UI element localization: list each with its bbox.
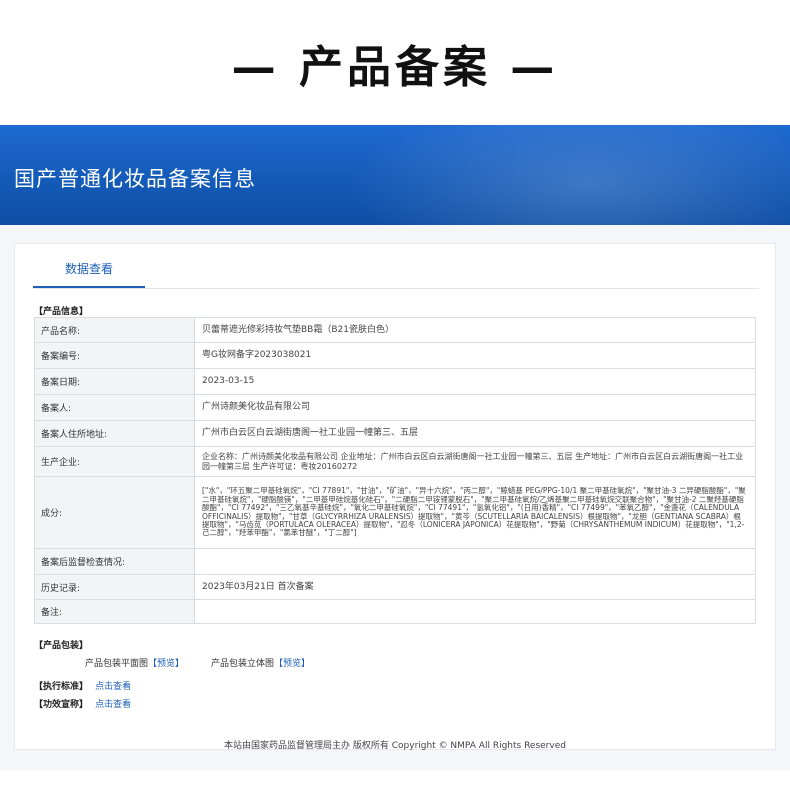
- table-row: 备注:: [34, 599, 756, 624]
- product-info-table: 产品名称: 贝蕾蒂遮光修彩持妆气垫BB霜（B21瓷肤白色） 备案编号: 粤G妆网…: [34, 317, 756, 624]
- record-number-value: 粤G妆网备字2023038021: [194, 342, 756, 369]
- row-label: 历史记录:: [34, 574, 195, 600]
- table-row: 产品名称: 贝蕾蒂遮光修彩持妆气垫BB霜（B21瓷肤白色）: [34, 317, 756, 343]
- supervision-value: [194, 548, 756, 575]
- packaging-solid-preview-link[interactable]: 【预览】: [274, 659, 310, 669]
- tab-divider: [33, 288, 759, 289]
- row-label: 成分:: [34, 476, 195, 549]
- registrant-address-value: 广州市白云区白云湖街唐阁一社工业园一幢第三、五层: [194, 420, 756, 447]
- banner-title: 国产普通化妆品备案信息: [14, 167, 256, 191]
- footer-copyright: 本站由国家药品监督管理局主办 版权所有 Copyright © NMPA All…: [224, 741, 566, 751]
- record-date-value: 2023-03-15: [194, 368, 756, 395]
- ingredients-value: ["水"，"环五聚二甲基硅氧烷"，"CI 77891"，"甘油"，"矿油"，"异…: [194, 476, 756, 549]
- row-label: 备案人:: [34, 394, 195, 421]
- manufacturer-value: 企业名称：广州诗颜美化妆品有限公司 企业地址：广州市白云区白云湖街唐阁一社工业园…: [194, 446, 756, 477]
- banner: 国产普通化妆品备案信息: [0, 125, 790, 225]
- standard-label: 【执行标准】: [34, 682, 89, 692]
- row-label: 备案编号:: [34, 342, 195, 369]
- table-row: 历史记录: 2023年03月21日 首次备案: [34, 574, 756, 600]
- page-heading: — 产品备案 —: [231, 41, 559, 93]
- standard-row: 【执行标准】 点击查看: [34, 679, 131, 692]
- packaging-flat-preview-link[interactable]: 【预览】: [148, 659, 184, 669]
- table-row: 备案后监督检查情况:: [34, 548, 756, 575]
- packaging-solid-label: 产品包装立体图: [211, 659, 275, 669]
- packaging-flat-label: 产品包装平面图: [85, 659, 149, 669]
- efficacy-view-link[interactable]: 点击查看: [95, 700, 131, 710]
- row-label: 备注:: [34, 599, 195, 624]
- packaging-solid: 产品包装立体图【预览】: [211, 656, 310, 669]
- efficacy-label: 【功效宣称】: [34, 700, 89, 710]
- table-row: 生产企业: 企业名称：广州诗颜美化妆品有限公司 企业地址：广州市白云区白云湖街唐…: [34, 446, 756, 477]
- row-label: 生产企业:: [34, 446, 195, 477]
- product-name-value: 贝蕾蒂遮光修彩持妆气垫BB霜（B21瓷肤白色）: [194, 317, 756, 343]
- product-info-section-label: 【产品信息】: [34, 307, 89, 317]
- efficacy-row: 【功效宣称】 点击查看: [34, 697, 131, 710]
- table-row: 备案人: 广州诗颜美化妆品有限公司: [34, 394, 756, 421]
- row-label: 备案日期:: [34, 368, 195, 395]
- row-label: 备案人住所地址:: [34, 420, 195, 447]
- detail-card: 数据查看 【产品信息】 产品名称: 贝蕾蒂遮光修彩持妆气垫BB霜（B21瓷肤白色…: [14, 243, 776, 750]
- table-row: 备案编号: 粤G妆网备字2023038021: [34, 342, 756, 369]
- row-label: 备案后监督检查情况:: [34, 548, 195, 575]
- table-row: 备案日期: 2023-03-15: [34, 368, 756, 395]
- tab-data-view[interactable]: 数据查看: [33, 258, 145, 288]
- packaging-flat: 产品包装平面图【预览】: [85, 656, 184, 669]
- remarks-value: [194, 599, 756, 624]
- standard-view-link[interactable]: 点击查看: [95, 682, 131, 692]
- packaging-section-label: 【产品包装】: [34, 641, 89, 651]
- registrant-value: 广州诗颜美化妆品有限公司: [194, 394, 756, 421]
- row-label: 产品名称:: [34, 317, 195, 343]
- table-row: 成分: ["水"，"环五聚二甲基硅氧烷"，"CI 77891"，"甘油"，"矿油…: [34, 476, 756, 549]
- history-value: 2023年03月21日 首次备案: [194, 574, 756, 600]
- table-row: 备案人住所地址: 广州市白云区白云湖街唐阁一社工业园一幢第三、五层: [34, 420, 756, 447]
